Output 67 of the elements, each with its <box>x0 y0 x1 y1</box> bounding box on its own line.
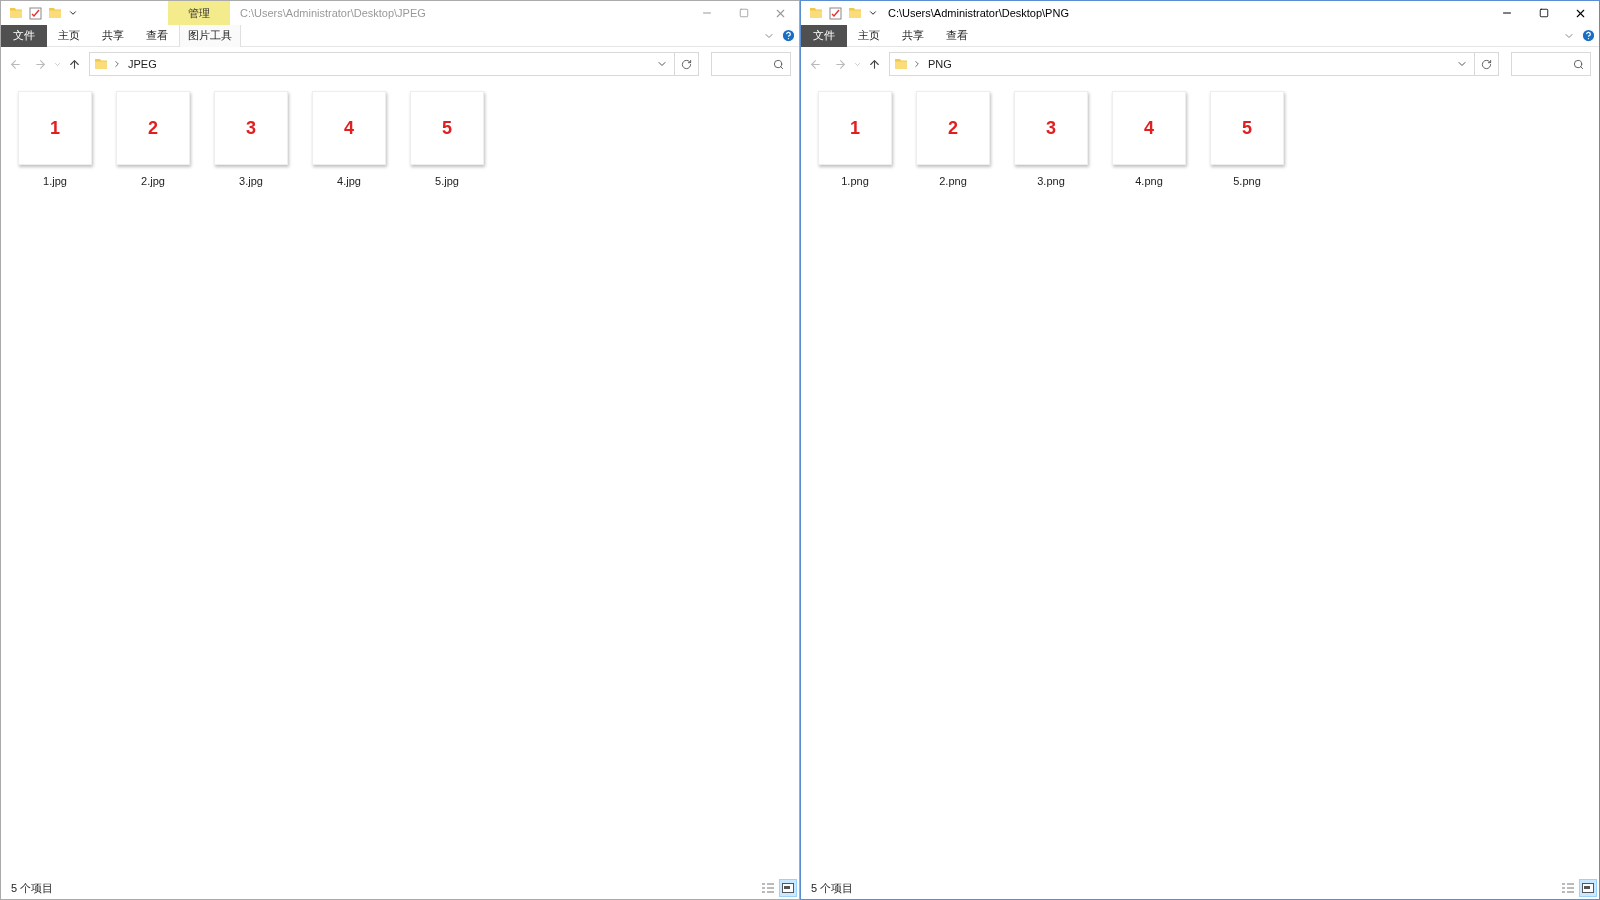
search-field[interactable] <box>711 52 791 76</box>
ribbon-tab[interactable]: 图片工具 <box>179 24 241 47</box>
back-icon[interactable] <box>809 57 822 71</box>
up-icon[interactable] <box>68 57 81 71</box>
folder-icon <box>9 6 23 20</box>
ribbon-tab[interactable]: 查看 <box>935 24 979 47</box>
folder-icon <box>809 6 823 20</box>
breadcrumb-item[interactable]: PNG <box>928 55 952 73</box>
properties-icon[interactable] <box>829 6 842 20</box>
customize-toolbar-icon[interactable] <box>868 8 878 18</box>
item-count: 5 个项目 <box>11 880 54 896</box>
refresh-icon[interactable] <box>681 58 692 70</box>
file-name[interactable]: 2.jpg <box>141 173 165 190</box>
file-name[interactable]: 5.jpg <box>435 173 459 190</box>
new-folder-icon <box>848 6 862 20</box>
file-name[interactable]: 3.jpg <box>239 173 263 190</box>
file-name[interactable]: 4.png <box>1135 173 1163 190</box>
search-field[interactable] <box>1511 52 1591 76</box>
file-name[interactable]: 5.png <box>1233 173 1261 190</box>
image-thumbnail[interactable]: 5 <box>1210 91 1284 165</box>
ribbon-tab[interactable]: 查看 <box>135 24 179 47</box>
image-thumbnail[interactable]: 3 <box>1014 91 1088 165</box>
image-thumbnail[interactable]: 4 <box>1112 91 1186 165</box>
contextual-tab-header: 管理 <box>168 1 230 25</box>
ribbon-tab[interactable]: 主页 <box>847 24 891 47</box>
large-icons-view-button[interactable] <box>1579 879 1597 897</box>
folder-icon <box>94 57 108 71</box>
forward-icon[interactable] <box>834 57 847 71</box>
image-thumbnail[interactable]: 4 <box>312 91 386 165</box>
back-icon[interactable] <box>9 57 22 71</box>
ribbon-tab[interactable]: 主页 <box>47 24 91 47</box>
image-thumbnail[interactable]: 3 <box>214 91 288 165</box>
ribbon-tab[interactable]: 文件 <box>801 24 847 47</box>
file-name[interactable]: 4.jpg <box>337 173 361 190</box>
window-title: C:\Users\Administrator\Desktop\PNG <box>888 5 1069 21</box>
ribbon-tab[interactable]: 文件 <box>1 24 47 47</box>
maximize-icon[interactable] <box>1538 8 1549 18</box>
ribbon-tab[interactable]: 共享 <box>91 24 135 47</box>
image-thumbnail[interactable]: 1 <box>18 91 92 165</box>
help-icon[interactable] <box>1581 28 1596 43</box>
image-thumbnail[interactable]: 2 <box>916 91 990 165</box>
up-icon[interactable] <box>868 57 881 71</box>
file-name[interactable]: 1.png <box>841 173 869 190</box>
forward-icon[interactable] <box>34 57 47 71</box>
customize-toolbar-icon[interactable] <box>68 8 78 18</box>
window-title: C:\Users\Administrator\Desktop\JPEG <box>240 5 426 21</box>
breadcrumb-separator-icon <box>112 59 122 69</box>
address-bar[interactable]: JPEG <box>89 52 699 76</box>
folder-icon <box>894 57 908 71</box>
image-thumbnail[interactable]: 2 <box>116 91 190 165</box>
breadcrumb-item[interactable]: JPEG <box>128 55 157 73</box>
properties-icon[interactable] <box>29 6 42 20</box>
item-count: 5 个项目 <box>811 880 854 896</box>
large-icons-view-button[interactable] <box>779 879 797 897</box>
breadcrumb-separator-icon <box>912 59 922 69</box>
ribbon-tab[interactable]: 共享 <box>891 24 935 47</box>
help-icon[interactable] <box>781 28 796 43</box>
image-thumbnail[interactable]: 5 <box>410 91 484 165</box>
image-thumbnail[interactable]: 1 <box>818 91 892 165</box>
address-bar[interactable]: PNG <box>889 52 1499 76</box>
search-icon <box>773 58 784 70</box>
file-name[interactable]: 3.png <box>1037 173 1065 190</box>
file-name[interactable]: 2.png <box>939 173 967 190</box>
file-name[interactable]: 1.jpg <box>43 173 67 190</box>
refresh-icon[interactable] <box>1481 58 1492 70</box>
new-folder-icon <box>48 6 62 20</box>
search-icon <box>1573 58 1584 70</box>
